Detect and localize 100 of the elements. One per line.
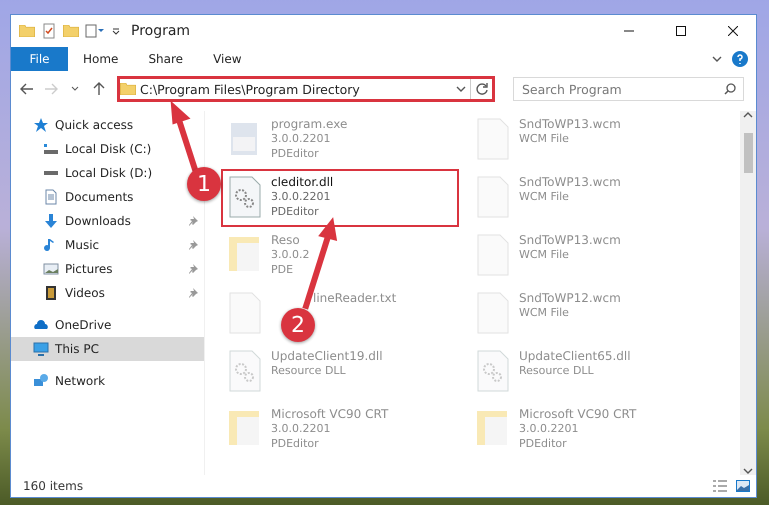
file-detail: 3.0.0.2201 <box>519 422 578 436</box>
minimize-icon <box>624 30 634 32</box>
refresh-icon[interactable] <box>475 82 489 96</box>
file-name: cleditor.dll <box>271 175 334 189</box>
nav-label: Music <box>65 238 100 252</box>
blank-file-icon <box>475 175 511 219</box>
scroll-up-icon[interactable] <box>743 111 753 119</box>
step-badge: 1 <box>187 167 221 201</box>
checklist-icon[interactable] <box>41 23 57 39</box>
file-name: UpdateClient65.dll <box>519 349 631 363</box>
file-name: UpdateClient19.dll <box>271 349 383 363</box>
nav-item[interactable]: OneDrive <box>11 313 118 337</box>
nav-item[interactable]: Local Disk (C:) <box>11 137 158 161</box>
step-badge: 2 <box>281 308 315 342</box>
blank-file-icon <box>475 291 511 335</box>
network-icon <box>33 373 49 389</box>
search-field[interactable]: Search Program <box>513 77 744 101</box>
file-detail: Resource DLL <box>519 364 594 378</box>
ribbon-tab[interactable]: File <box>11 47 68 71</box>
nav-label: Network <box>55 374 106 388</box>
gear-file-icon <box>475 349 511 393</box>
monitor-icon <box>33 341 49 357</box>
forward-arrow-icon <box>44 83 58 95</box>
nav-label: Documents <box>65 190 134 204</box>
nav-label: Local Disk (C:) <box>65 142 152 156</box>
file-detail: PDEditor <box>271 147 319 161</box>
file-name: program.exe <box>271 117 348 131</box>
document-icon <box>43 189 59 205</box>
gear-file-icon <box>227 175 263 219</box>
expand-ribbon-icon[interactable] <box>712 55 722 63</box>
file-name: Reso <box>271 233 300 247</box>
nav-label: Quick access <box>55 118 134 132</box>
drive-icon <box>43 171 59 175</box>
scroll-thumb[interactable] <box>744 133 752 173</box>
details-view-icon[interactable] <box>712 480 728 492</box>
folder-icon <box>120 83 136 95</box>
nav-item[interactable]: Documents <box>11 185 140 209</box>
drive-icon <box>43 144 59 154</box>
file-name: SndToWP13.wcm <box>519 233 621 247</box>
back-arrow-icon <box>20 83 34 95</box>
pin-icon[interactable] <box>188 240 198 250</box>
address-dropdown-icon[interactable] <box>456 85 466 93</box>
ribbon-tab[interactable]: View <box>198 47 257 71</box>
file-detail: PDEditor <box>271 437 319 451</box>
file-detail: 3.0.0.2 <box>271 248 310 262</box>
nav-label: This PC <box>55 342 99 356</box>
file-name: SndToWP12.wcm <box>519 291 621 305</box>
file-detail: WCM File <box>519 306 569 320</box>
nav-label: Local Disk (D:) <box>65 166 152 180</box>
nav-item[interactable]: Music <box>11 233 204 257</box>
picture-icon <box>43 261 59 277</box>
file-name: lineReader.txt <box>313 291 396 305</box>
nav-label: Pictures <box>65 262 114 276</box>
window-title: Program <box>131 23 192 39</box>
nav-label: Downloads <box>65 214 132 228</box>
star-icon <box>33 117 49 133</box>
ribbon-tab[interactable]: Home <box>68 47 134 71</box>
file-detail: WCM File <box>519 248 569 262</box>
nav-item[interactable]: Downloads <box>11 209 204 233</box>
nav-item[interactable]: Network <box>11 369 112 393</box>
blank-file-icon <box>475 117 511 161</box>
nav-item[interactable]: Pictures <box>11 257 204 281</box>
file-detail: PDE <box>271 263 294 277</box>
nav-item[interactable]: Quick access <box>11 113 140 137</box>
maximize-icon <box>676 26 686 36</box>
scroll-down-icon[interactable] <box>743 467 753 475</box>
blank-file-icon <box>475 233 511 277</box>
search-icon <box>724 83 736 95</box>
nav-label: Videos <box>65 286 106 300</box>
nav-item[interactable]: Local Disk (D:) <box>11 161 158 185</box>
file-detail: WCM File <box>519 190 569 204</box>
file-detail: 3.0.0.2201 <box>271 422 330 436</box>
nav-item[interactable]: This PC <box>11 337 204 361</box>
film-icon <box>43 285 59 301</box>
pin-icon[interactable] <box>188 288 198 298</box>
blank-file-icon <box>227 291 263 335</box>
file-name: SndToWP13.wcm <box>519 175 621 189</box>
file-detail: PDEditor <box>519 437 567 451</box>
file-name: SndToWP13.wcm <box>519 117 621 131</box>
ribbon-tab[interactable]: Share <box>133 47 198 71</box>
file-highlight-frame[interactable]: cleditor.dll 3.0.0.2201 PDEditor <box>221 169 459 227</box>
up-arrow-icon <box>93 82 105 96</box>
folder-icon <box>19 25 35 37</box>
nav-item[interactable]: Videos <box>11 281 204 305</box>
nav-label: OneDrive <box>55 318 112 332</box>
folder-icon <box>63 25 79 37</box>
help-icon[interactable] <box>732 51 748 67</box>
dropdown-icon[interactable] <box>111 26 121 36</box>
properties-icon[interactable] <box>85 23 105 39</box>
file-detail: 3.0.0.2201 <box>271 132 330 146</box>
gear-file-icon <box>227 349 263 393</box>
file-detail: WCM File <box>519 132 569 146</box>
large-icons-view-icon[interactable] <box>736 480 750 492</box>
file-name: Microsoft VC90 CRT <box>271 407 388 421</box>
address-bar[interactable]: C:\Program Files\Program Directory <box>117 76 495 102</box>
pin-icon[interactable] <box>188 264 198 274</box>
file-name: Microsoft VC90 CRT <box>519 407 636 421</box>
scrollbar[interactable] <box>740 111 756 475</box>
pin-icon[interactable] <box>188 216 198 226</box>
download-icon <box>43 213 59 229</box>
